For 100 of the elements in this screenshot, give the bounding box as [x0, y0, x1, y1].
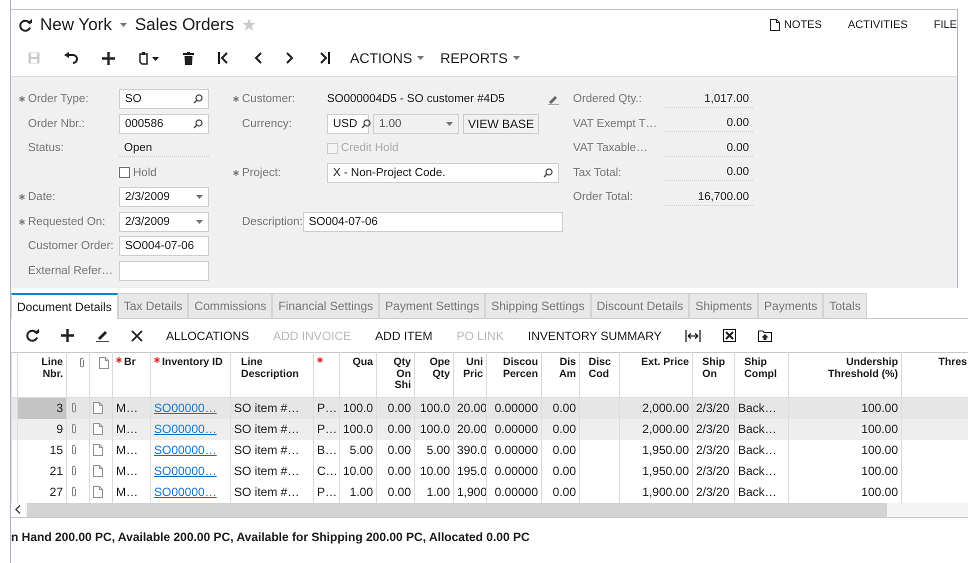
table-cell: SO item #… [234, 401, 300, 416]
caret-icon [446, 122, 453, 126]
date-field[interactable]: 2/3/2009 [119, 187, 209, 208]
dropdown-field[interactable]: 1.00 [373, 114, 459, 134]
table-row[interactable]: 3 M… SO00000… SO item #… P… 100.0 0.00 100.0 20.00 0.00000 0.00 2,000.00 2/3/20 Back… 100.00 [12, 398, 968, 418]
inventory-link[interactable]: SO00000… [154, 443, 217, 457]
star-icon[interactable] [242, 18, 256, 32]
header-link[interactable]: ACTIVITIES [848, 19, 908, 31]
excel-export-icon[interactable] [722, 329, 736, 342]
tab[interactable]: Tax Details [118, 293, 188, 318]
menu-button[interactable]: ACTIONS [342, 44, 432, 72]
paperclip-icon [78, 357, 86, 369]
column-header[interactable]: Thres [938, 357, 967, 369]
tab[interactable]: Payments [758, 293, 824, 318]
document-icon [93, 465, 103, 477]
date-field[interactable]: 2/3/2009 [119, 212, 209, 232]
text-field[interactable] [119, 260, 209, 281]
table-cell: 1,900 [457, 485, 486, 499]
caret-icon [512, 56, 520, 60]
refresh-icon[interactable] [26, 329, 39, 342]
column-header[interactable]: Qua [352, 357, 373, 369]
table-cell: 10.00 [343, 464, 374, 478]
menu-button[interactable]: REPORTS [432, 44, 528, 72]
table-row[interactable]: 21 M… SO00000… SO item #… C… 10.00 0.00 10.00 195.0 0.00000 0.00 1,950.00 2/3/20 Back… 100.00 [12, 460, 968, 482]
table-cell: 5.00 [350, 443, 373, 457]
table-cell: 2/3/20 [696, 401, 730, 416]
inventory-link[interactable]: SO00000… [154, 422, 217, 436]
document-icon [93, 486, 103, 498]
tab[interactable]: Payment Settings [379, 293, 486, 318]
table-cell: B… [317, 443, 338, 457]
lookup-field[interactable]: USD [327, 114, 369, 134]
branch-selector[interactable]: New York [40, 15, 112, 35]
tab[interactable]: Document Details [11, 293, 118, 319]
plus-icon[interactable] [102, 52, 115, 64]
table-cell: 100.00 [861, 464, 898, 478]
clipboard-icon[interactable] [139, 52, 159, 64]
grid-action-button[interactable]: ALLOCATIONS [154, 328, 262, 342]
header-link[interactable]: NOTES [770, 19, 822, 31]
table-cell: C… [317, 464, 338, 478]
table-cell: 1,950.00 [642, 464, 689, 478]
field-label: Status: [28, 142, 64, 154]
last-page-icon[interactable] [318, 52, 330, 64]
status-value: Open [119, 140, 209, 157]
table-cell: Back… [738, 485, 777, 499]
table-cell: 21 [50, 464, 63, 478]
table-cell: 15 [50, 443, 63, 457]
text-field[interactable]: SO004-07-06 [302, 212, 563, 232]
inventory-link[interactable]: SO00000… [154, 401, 217, 416]
total-label: VAT Taxable… [573, 142, 648, 154]
scroll-left-icon[interactable] [15, 505, 21, 514]
header-link[interactable]: FILE [934, 19, 957, 31]
column-header[interactable]: Ext. Price [641, 357, 689, 369]
tab[interactable]: Discount Details [590, 293, 690, 318]
customer-value: SO000004D5 - SO customer #4D5 [327, 93, 505, 106]
table-cell: 2/3/20 [696, 485, 730, 499]
tab[interactable]: Financial Settings [272, 293, 380, 318]
screen-title: Sales Orders [134, 15, 234, 35]
table-row[interactable]: 9 M… SO00000… SO item #… P… 100.0 0.00 100.0 20.00 0.00000 0.00 2,000.00 2/3/20 Back… 100.00 [12, 418, 968, 440]
pencil-icon[interactable] [96, 329, 109, 342]
refresh-icon[interactable] [19, 18, 32, 32]
text-field[interactable]: SO004-07-06 [119, 236, 209, 256]
trash-icon[interactable] [183, 52, 194, 64]
search-icon [193, 94, 203, 104]
tab[interactable]: Shipments [689, 293, 758, 318]
tab[interactable]: Shipping Settings [485, 293, 591, 318]
tab[interactable]: Commissions [188, 293, 272, 318]
table-cell: 100.0 [343, 422, 374, 436]
total-value: 0.00 [665, 140, 753, 157]
field-label: Description: [242, 216, 303, 228]
table-cell: 5.00 [426, 443, 450, 457]
lookup-field[interactable]: SO [119, 89, 209, 110]
grid-action-button[interactable]: INVENTORY SUMMARY [516, 328, 674, 342]
first-page-icon[interactable] [218, 52, 230, 64]
inventory-link[interactable]: SO00000… [154, 464, 217, 478]
table-cell: 0.00000 [494, 401, 538, 416]
table-cell: 100.0 [420, 422, 450, 436]
tab[interactable]: Totals [823, 293, 867, 318]
table-cell: 2/3/20 [696, 443, 730, 457]
fit-columns-icon[interactable] [684, 330, 701, 342]
lookup-field[interactable]: X - Non-Project Code. [327, 162, 559, 183]
paperclip-icon [70, 486, 78, 498]
previous-icon[interactable] [254, 52, 262, 64]
table-cell: M… [116, 485, 138, 499]
table-cell: 20.00 [457, 422, 486, 436]
field-label: Customer: [242, 93, 296, 106]
grid-action-button[interactable]: ADD ITEM [363, 328, 444, 342]
plus-icon[interactable] [61, 329, 74, 342]
lookup-field[interactable]: 000586 [119, 114, 209, 134]
upload-icon[interactable] [758, 329, 772, 342]
next-icon[interactable] [286, 52, 294, 64]
table-row[interactable]: 15 M… SO00000… SO item #… B… 5.00 0.00 5.00 390.0 0.00000 0.00 1,950.00 2/3/20 Back… 100.00 [12, 440, 968, 460]
document-icon [93, 423, 103, 435]
close-icon[interactable] [131, 330, 143, 342]
undo-icon[interactable] [64, 52, 78, 64]
checkbox[interactable] [119, 167, 130, 178]
column-header[interactable]: Br [124, 357, 136, 369]
view-base-button[interactable]: VIEW BASE [463, 114, 540, 134]
inventory-link[interactable]: SO00000… [154, 485, 217, 499]
table-cell: 2,000.00 [642, 401, 689, 416]
table-cell: 0.00 [552, 485, 576, 499]
